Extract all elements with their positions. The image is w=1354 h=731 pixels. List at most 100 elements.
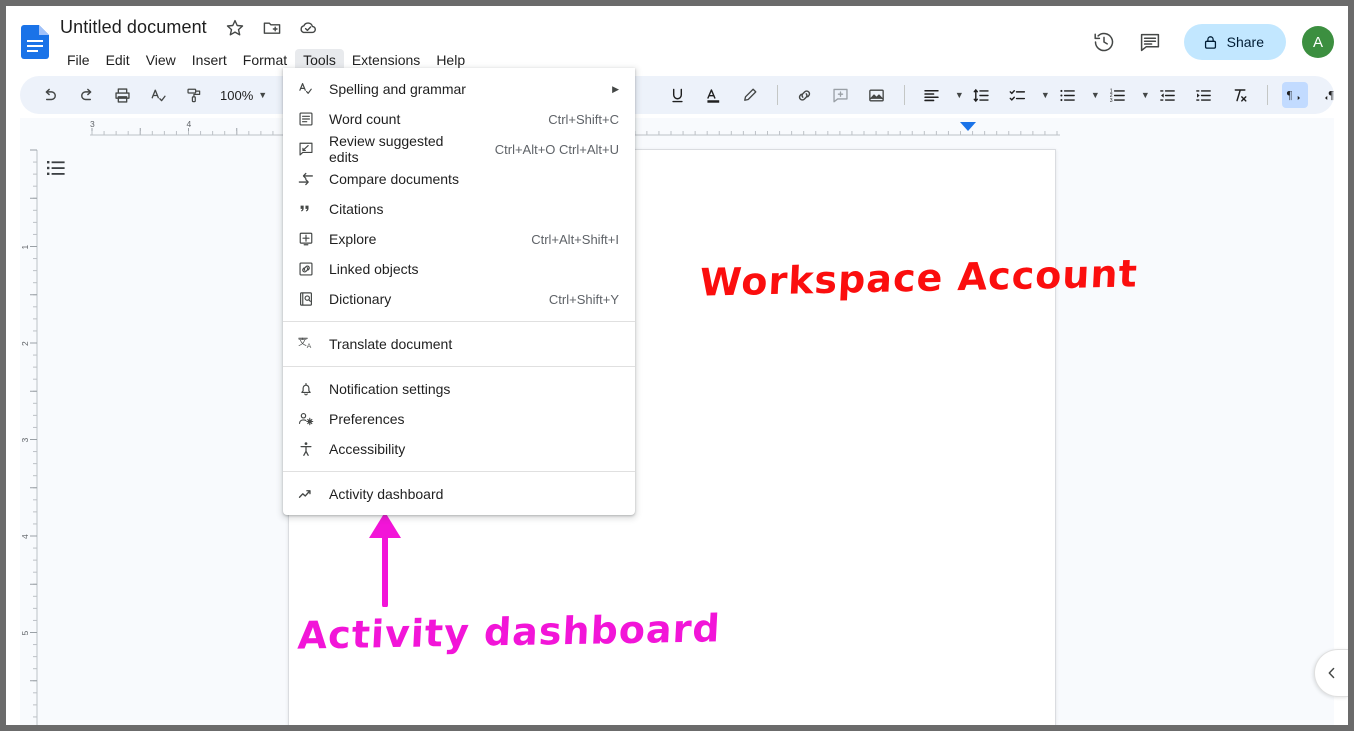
menu-item-linked-objects[interactable]: Linked objects bbox=[283, 254, 635, 284]
menu-item-label: Word count bbox=[329, 111, 530, 127]
title-action-icons bbox=[225, 18, 330, 38]
bulleted-list-icon[interactable] bbox=[1055, 82, 1081, 108]
comment-history-icon[interactable] bbox=[1138, 30, 1162, 54]
menu-item-preferences[interactable]: Preferences bbox=[283, 404, 635, 434]
svg-text:2: 2 bbox=[20, 341, 30, 346]
menu-item-label: Preferences bbox=[329, 411, 619, 427]
menu-item-explore[interactable]: Explore Ctrl+Alt+Shift+I bbox=[283, 224, 635, 254]
menu-divider bbox=[283, 321, 635, 322]
svg-text:A: A bbox=[307, 343, 312, 350]
side-panel-toggle[interactable] bbox=[1314, 649, 1348, 697]
top-bar: Untitled document bbox=[6, 6, 1348, 68]
menu-item-translate-document[interactable]: 文 A Translate document bbox=[283, 329, 635, 359]
cloud-saved-icon[interactable] bbox=[298, 18, 318, 38]
document-area bbox=[20, 136, 1334, 725]
checklist-icon[interactable] bbox=[1005, 82, 1031, 108]
avatar[interactable]: A bbox=[1302, 26, 1334, 58]
svg-text:3: 3 bbox=[20, 438, 30, 443]
insert-link-icon[interactable] bbox=[792, 82, 818, 108]
menu-insert[interactable]: Insert bbox=[184, 49, 235, 72]
menu-item-label: Citations bbox=[329, 201, 619, 217]
menu-divider bbox=[283, 366, 635, 367]
menu-item-word-count[interactable]: Word count Ctrl+Shift+C bbox=[283, 104, 635, 134]
menu-item-accessibility[interactable]: Accessibility bbox=[283, 434, 635, 464]
menu-item-spelling-and-grammar[interactable]: Spelling and grammar ▶ bbox=[283, 74, 635, 104]
svg-text:¶: ¶ bbox=[1329, 89, 1335, 101]
svg-text:5: 5 bbox=[20, 631, 30, 636]
text-color-icon[interactable] bbox=[701, 82, 727, 108]
menu-item-shortcut: Ctrl+Alt+Shift+I bbox=[531, 232, 619, 247]
menu-item-review-suggested-edits[interactable]: Review suggested edits Ctrl+Alt+O Ctrl+A… bbox=[283, 134, 635, 164]
move-to-folder-icon[interactable] bbox=[262, 18, 282, 38]
menu-view[interactable]: View bbox=[138, 49, 184, 72]
paint-format-icon[interactable] bbox=[181, 82, 207, 108]
align-icon[interactable] bbox=[919, 82, 945, 108]
bell-icon bbox=[295, 378, 317, 400]
tools-dropdown-menu[interactable]: Spelling and grammar ▶ Word count Ctrl+S… bbox=[283, 68, 635, 515]
menu-item-label: Explore bbox=[329, 231, 513, 247]
redo-icon[interactable] bbox=[73, 82, 99, 108]
menu-item-citations[interactable]: Citations bbox=[283, 194, 635, 224]
decrease-indent-icon[interactable] bbox=[1155, 82, 1181, 108]
menu-item-label: Linked objects bbox=[329, 261, 619, 277]
toolbar-divider-3 bbox=[904, 85, 905, 105]
citations-icon bbox=[295, 198, 317, 220]
rtl-icon[interactable]: ¶ bbox=[1318, 82, 1344, 108]
dictionary-icon bbox=[295, 288, 317, 310]
menu-item-shortcut: Ctrl+Shift+C bbox=[548, 112, 619, 127]
share-button[interactable]: Share bbox=[1184, 24, 1286, 60]
numbered-list-chevron-down-icon[interactable]: ▼ bbox=[1136, 82, 1150, 108]
linked-objects-icon bbox=[295, 258, 317, 280]
menu-item-shortcut: Ctrl+Shift+Y bbox=[549, 292, 619, 307]
menu-item-dictionary[interactable]: Dictionary Ctrl+Shift+Y bbox=[283, 284, 635, 314]
document-title[interactable]: Untitled document bbox=[58, 16, 209, 39]
review-edits-icon bbox=[295, 138, 317, 160]
accessibility-icon bbox=[295, 438, 317, 460]
show-outline-icon[interactable] bbox=[44, 156, 68, 180]
print-icon[interactable] bbox=[109, 82, 135, 108]
lock-icon bbox=[1202, 34, 1219, 51]
horizontal-ruler[interactable]: 34567 bbox=[20, 118, 1334, 136]
title-block: Untitled document bbox=[58, 16, 330, 39]
menu-item-shortcut: Ctrl+Alt+O Ctrl+Alt+U bbox=[495, 142, 619, 157]
star-icon[interactable] bbox=[225, 18, 245, 38]
ltr-icon[interactable]: ¶ bbox=[1282, 82, 1308, 108]
menu-item-label: Notification settings bbox=[329, 381, 619, 397]
translate-icon: 文 A bbox=[295, 333, 317, 355]
spellcheck-icon bbox=[295, 78, 317, 100]
menu-item-notification-settings[interactable]: Notification settings bbox=[283, 374, 635, 404]
insert-image-icon[interactable] bbox=[864, 82, 890, 108]
explore-icon bbox=[295, 228, 317, 250]
menu-item-compare-documents[interactable]: Compare documents bbox=[283, 164, 635, 194]
menu-item-label: Accessibility bbox=[329, 441, 619, 457]
align-chevron-down-icon[interactable]: ▼ bbox=[950, 82, 964, 108]
menu-item-activity-dashboard[interactable]: Activity dashboard bbox=[283, 479, 635, 509]
undo-icon[interactable] bbox=[37, 82, 63, 108]
menu-edit[interactable]: Edit bbox=[98, 49, 138, 72]
increase-indent-icon[interactable] bbox=[1191, 82, 1217, 108]
menu-file[interactable]: File bbox=[59, 49, 98, 72]
zoom-selector[interactable]: 100% ▼ bbox=[216, 88, 271, 103]
svg-text:4: 4 bbox=[20, 534, 30, 539]
bulleted-list-chevron-down-icon[interactable]: ▼ bbox=[1086, 82, 1100, 108]
vertical-ruler[interactable]: 12345 bbox=[20, 136, 38, 725]
spellcheck-icon[interactable] bbox=[145, 82, 171, 108]
line-spacing-icon[interactable] bbox=[969, 82, 995, 108]
clear-formatting-icon[interactable] bbox=[1227, 82, 1253, 108]
svg-text:3: 3 bbox=[90, 119, 95, 129]
top-right-actions: Share A bbox=[1092, 24, 1334, 60]
indent-marker bbox=[960, 122, 976, 131]
menu-item-label: Compare documents bbox=[329, 171, 619, 187]
checklist-chevron-down-icon[interactable]: ▼ bbox=[1036, 82, 1050, 108]
version-history-icon[interactable] bbox=[1092, 30, 1116, 54]
svg-text:3: 3 bbox=[1110, 97, 1113, 103]
add-comment-icon[interactable] bbox=[828, 82, 854, 108]
menu-item-label: Spelling and grammar bbox=[329, 81, 600, 97]
compare-documents-icon bbox=[295, 168, 317, 190]
chevron-left-icon bbox=[1324, 665, 1340, 681]
numbered-list-icon[interactable]: 1 2 3 bbox=[1105, 82, 1131, 108]
highlight-color-icon[interactable] bbox=[737, 82, 763, 108]
activity-dashboard-icon bbox=[295, 483, 317, 505]
svg-text:4: 4 bbox=[187, 119, 192, 129]
underline-icon[interactable] bbox=[665, 82, 691, 108]
